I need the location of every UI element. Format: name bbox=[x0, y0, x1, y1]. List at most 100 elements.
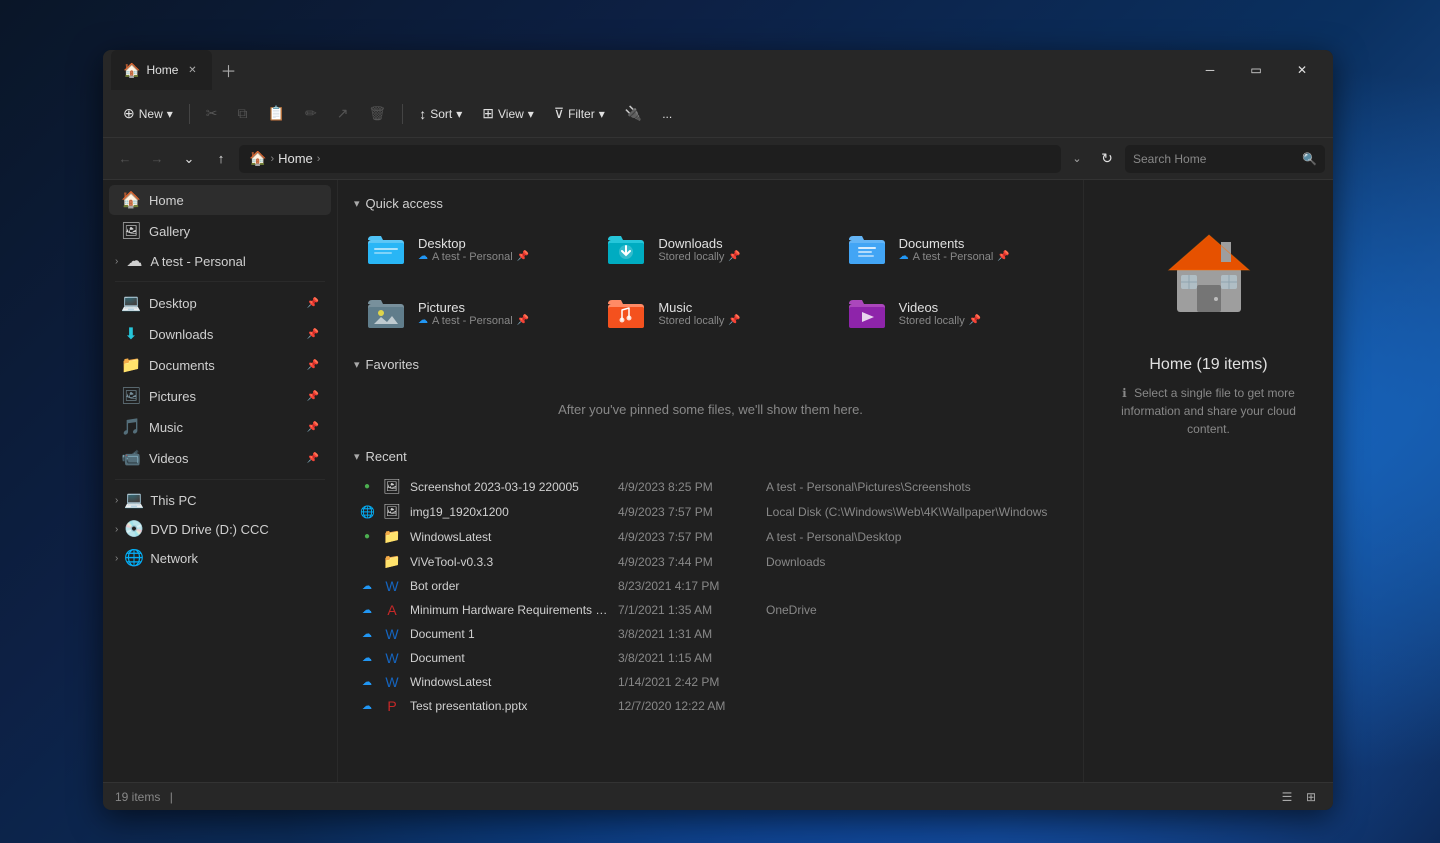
sidebar-group-a-test[interactable]: › ☁ A test - Personal bbox=[109, 247, 331, 275]
recent-label: Recent bbox=[366, 449, 407, 464]
downloads-folder-icon bbox=[604, 229, 648, 269]
cut-button[interactable]: ✂ bbox=[198, 100, 226, 127]
file-icon-1: 🖼 bbox=[382, 503, 402, 520]
favorites-header[interactable]: ▾ Favorites bbox=[354, 357, 1067, 372]
quick-desktop-name: Desktop bbox=[418, 236, 529, 251]
delete-button[interactable]: 🗑 bbox=[360, 100, 394, 127]
sidebar-dvd-label: DVD Drive (D:) CCC bbox=[150, 522, 325, 537]
quick-item-desktop[interactable]: Desktop ☁ A test - Personal 📌 bbox=[354, 221, 586, 277]
sort-button[interactable]: ↕ Sort ▾ bbox=[411, 101, 470, 127]
address-dropdown-button[interactable]: ⌄ bbox=[1065, 145, 1089, 173]
quick-item-documents[interactable]: Documents ☁ A test - Personal 📌 bbox=[835, 221, 1067, 277]
quick-downloads-name: Downloads bbox=[658, 236, 741, 251]
file-icon-5: A bbox=[382, 602, 402, 618]
sidebar-item-downloads[interactable]: ⬇ Downloads 📌 bbox=[109, 319, 331, 349]
recent-location-5: OneDrive bbox=[766, 603, 1061, 617]
tiles-view-button[interactable]: ⊞ bbox=[1301, 787, 1321, 807]
view-button[interactable]: ⊞ View ▾ bbox=[474, 100, 542, 127]
more-button[interactable]: ... bbox=[654, 102, 680, 126]
status-view-buttons: ☰ ⊞ bbox=[1277, 787, 1321, 807]
recent-locations-button[interactable]: ⌄ bbox=[175, 145, 203, 173]
sidebar-group-this-pc[interactable]: › 💻 This PC bbox=[109, 486, 331, 514]
recent-row-4[interactable]: ☁ W Bot order 8/23/2021 4:17 PM bbox=[354, 574, 1067, 598]
sidebar-group-dvd[interactable]: › 💿 DVD Drive (D:) CCC bbox=[109, 515, 331, 543]
filter-dropdown-icon: ▾ bbox=[599, 107, 605, 121]
share-button[interactable]: ↗ bbox=[329, 100, 357, 127]
sync-status-2: ● bbox=[360, 531, 374, 542]
details-button[interactable]: 🔌 bbox=[617, 100, 650, 127]
quick-access-header[interactable]: ▾ Quick access bbox=[354, 196, 1067, 211]
new-button[interactable]: ⊕ New ▾ bbox=[115, 100, 181, 127]
favorites-chevron-icon: ▾ bbox=[354, 358, 360, 371]
recent-row-2[interactable]: ● 📁 WindowsLatest 4/9/2023 7:57 PM A tes… bbox=[354, 524, 1067, 549]
quick-music-sub: Stored locally 📌 bbox=[658, 315, 741, 327]
sidebar-item-desktop[interactable]: 💻 Desktop 📌 bbox=[109, 288, 331, 318]
filter-icon: ⊽ bbox=[554, 105, 564, 122]
recent-date-7: 3/8/2021 1:15 AM bbox=[618, 651, 758, 665]
back-button[interactable]: ← bbox=[111, 145, 139, 173]
recent-row-9[interactable]: ☁ P Test presentation.pptx 12/7/2020 12:… bbox=[354, 694, 1067, 718]
recent-row-1[interactable]: 🌐 🖼 img19_1920x1200 4/9/2023 7:57 PM Loc… bbox=[354, 499, 1067, 524]
recent-location-1: Local Disk (C:\Windows\Web\4K\Wallpaper\… bbox=[766, 505, 1061, 519]
file-icon-2: 📁 bbox=[382, 528, 402, 545]
view-label: View bbox=[498, 107, 524, 121]
recent-row-5[interactable]: ☁ A Minimum Hardware Requirements fo... … bbox=[354, 598, 1067, 622]
recent-row-7[interactable]: ☁ W Document 3/8/2021 1:15 AM bbox=[354, 646, 1067, 670]
up-button[interactable]: ↑ bbox=[207, 145, 235, 173]
new-dropdown-icon: ▾ bbox=[167, 107, 173, 121]
minimize-button[interactable]: ─ bbox=[1187, 50, 1233, 90]
sidebar-item-pictures[interactable]: 🖼 Pictures 📌 bbox=[109, 381, 331, 411]
forward-button[interactable]: → bbox=[143, 145, 171, 173]
delete-icon: 🗑 bbox=[368, 105, 386, 122]
quick-item-videos[interactable]: Videos Stored locally 📌 bbox=[835, 285, 1067, 341]
quick-item-music[interactable]: Music Stored locally 📌 bbox=[594, 285, 826, 341]
sidebar-item-music[interactable]: 🎵 Music 📌 bbox=[109, 412, 331, 442]
file-icon-9: P bbox=[382, 698, 402, 714]
path-separator: › bbox=[270, 153, 274, 165]
paste-icon: 📋 bbox=[268, 105, 285, 122]
sidebar-item-home[interactable]: 🏠 Home bbox=[109, 185, 331, 215]
recent-row-0[interactable]: ● 🖼 Screenshot 2023-03-19 220005 4/9/202… bbox=[354, 474, 1067, 499]
search-box[interactable]: Search Home 🔍 bbox=[1125, 145, 1325, 173]
home-tab[interactable]: 🏠 Home ✕ bbox=[111, 50, 212, 90]
quick-pictures-name: Pictures bbox=[418, 300, 529, 315]
sidebar-videos-label: Videos bbox=[149, 451, 299, 466]
new-tab-button[interactable]: ＋ bbox=[212, 54, 244, 86]
recent-header[interactable]: ▾ Recent bbox=[354, 449, 1067, 464]
filter-button[interactable]: ⊽ Filter ▾ bbox=[546, 100, 613, 127]
view-icon: ⊞ bbox=[482, 105, 494, 122]
refresh-button[interactable]: ↻ bbox=[1093, 145, 1121, 173]
file-explorer-window: 🏠 Home ✕ ＋ ─ ▭ ✕ ⊕ New ▾ ✂ ⧉ 📋 ✏ bbox=[103, 50, 1333, 810]
sidebar-this-pc-label: This PC bbox=[150, 493, 325, 508]
paste-button[interactable]: 📋 bbox=[260, 100, 293, 127]
copy-button[interactable]: ⧉ bbox=[230, 100, 256, 127]
quick-item-downloads[interactable]: Downloads Stored locally 📌 bbox=[594, 221, 826, 277]
address-path[interactable]: 🏠 › Home › bbox=[239, 145, 1061, 173]
sync-status-0: ● bbox=[360, 481, 374, 492]
sidebar-music-label: Music bbox=[149, 420, 299, 435]
recent-row-3[interactable]: 📁 ViVeTool-v0.3.3 4/9/2023 7:44 PM Downl… bbox=[354, 549, 1067, 574]
maximize-button[interactable]: ▭ bbox=[1233, 50, 1279, 90]
tab-close-button[interactable]: ✕ bbox=[184, 62, 200, 78]
panel-title: Home (19 items) bbox=[1149, 356, 1267, 374]
house-illustration bbox=[1159, 220, 1259, 320]
quick-pictures-info: Pictures ☁ A test - Personal 📌 bbox=[418, 300, 529, 327]
details-view-button[interactable]: ☰ bbox=[1277, 787, 1297, 807]
documents-folder-icon bbox=[845, 229, 889, 269]
recent-row-6[interactable]: ☁ W Document 1 3/8/2021 1:31 AM bbox=[354, 622, 1067, 646]
sidebar-item-documents[interactable]: 📁 Documents 📌 bbox=[109, 350, 331, 380]
file-icon-8: W bbox=[382, 674, 402, 690]
quick-item-pictures[interactable]: Pictures ☁ A test - Personal 📌 bbox=[354, 285, 586, 341]
sidebar-item-videos[interactable]: 📹 Videos 📌 bbox=[109, 443, 331, 473]
more-icon: ... bbox=[662, 107, 672, 121]
info-circle-icon: ℹ bbox=[1122, 386, 1127, 400]
recent-name-1: img19_1920x1200 bbox=[410, 505, 610, 519]
recent-table: ● 🖼 Screenshot 2023-03-19 220005 4/9/202… bbox=[354, 474, 1067, 718]
recent-row-8[interactable]: ☁ W WindowsLatest 1/14/2021 2:42 PM bbox=[354, 670, 1067, 694]
sidebar-item-gallery[interactable]: 🖼 Gallery bbox=[109, 216, 331, 246]
close-button[interactable]: ✕ bbox=[1279, 50, 1325, 90]
sidebar-group-network[interactable]: › 🌐 Network bbox=[109, 544, 331, 572]
recent-chevron-icon: ▾ bbox=[354, 450, 360, 463]
rename-button[interactable]: ✏ bbox=[297, 100, 325, 127]
quick-access-grid: Desktop ☁ A test - Personal 📌 bbox=[354, 221, 1067, 341]
